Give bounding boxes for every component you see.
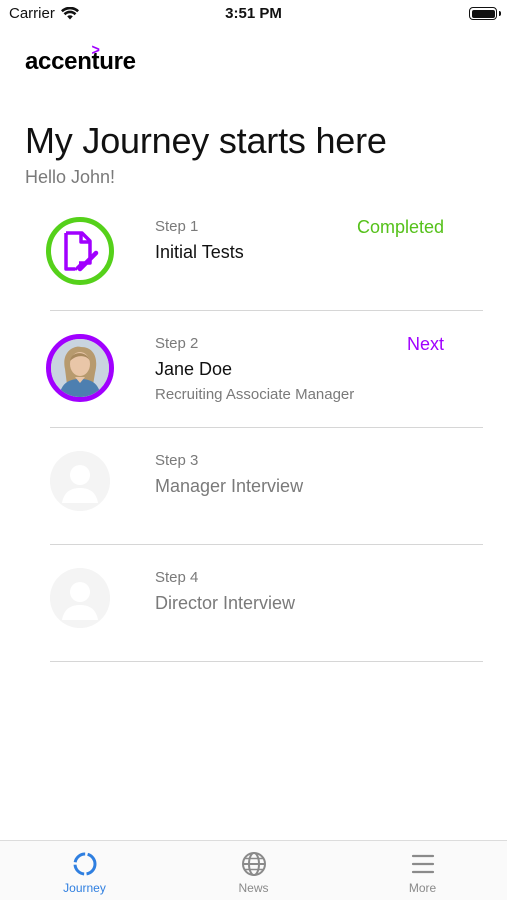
clock: 3:51 PM: [225, 5, 282, 22]
journey-steps-list: Step 1 Initial Tests Completed Step 2 Ja…: [0, 197, 507, 665]
battery-icon: [469, 7, 497, 20]
divider: [50, 544, 483, 545]
step-3-avatar: [50, 451, 110, 511]
step-title: Jane Doe: [155, 359, 233, 379]
menu-icon: [411, 854, 434, 874]
greeting-text: Hello John!: [25, 167, 116, 187]
globe-icon: [241, 852, 266, 876]
step-title: Manager Interview: [155, 476, 304, 496]
tab-bar: Journey News More: [0, 840, 507, 900]
tab-label: Journey: [63, 881, 106, 895]
step-status-badge: Completed: [356, 217, 444, 237]
person-placeholder-icon: [50, 451, 110, 511]
step-4-avatar: [50, 568, 110, 628]
circle-icon: [73, 852, 96, 876]
step-item-1[interactable]: Step 1 Initial Tests Completed: [0, 197, 507, 314]
tab-label: News: [238, 881, 269, 895]
step-item-2[interactable]: Step 2 Jane Doe Recruiting Associate Man…: [0, 314, 507, 431]
tab-journey[interactable]: Journey: [0, 841, 169, 900]
step-number: Step 1: [155, 218, 199, 235]
logo-text: accenture: [25, 48, 136, 75]
tab-more[interactable]: More: [338, 841, 507, 900]
step-item-4[interactable]: Step 4 Director Interview: [0, 548, 507, 665]
tab-news[interactable]: News: [169, 841, 338, 900]
divider: [50, 427, 483, 428]
document-edit-icon: [64, 231, 99, 272]
step-title: Initial Tests: [155, 242, 244, 262]
step-number: Step 3: [155, 452, 199, 469]
accenture-logo: > accenture: [25, 42, 136, 76]
person-placeholder-icon: [50, 568, 110, 628]
step-1-avatar: [46, 217, 114, 285]
step-number: Step 4: [155, 569, 199, 586]
tab-label: More: [408, 881, 437, 895]
step-subtitle: Recruiting Associate Manager: [155, 386, 355, 403]
step-status-badge: Next: [406, 334, 444, 354]
jane-doe-avatar: [46, 334, 114, 402]
person-photo-icon: [51, 339, 109, 397]
step-item-3[interactable]: Step 3 Manager Interview: [0, 431, 507, 548]
divider: [50, 661, 483, 662]
page-title: My Journey starts here: [25, 120, 387, 161]
divider: [50, 310, 483, 311]
logo-mark: >: [91, 42, 100, 59]
step-title: Director Interview: [155, 593, 296, 613]
status-bar: Carrier 3:51 PM: [0, 0, 507, 30]
step-number: Step 2: [155, 335, 199, 352]
